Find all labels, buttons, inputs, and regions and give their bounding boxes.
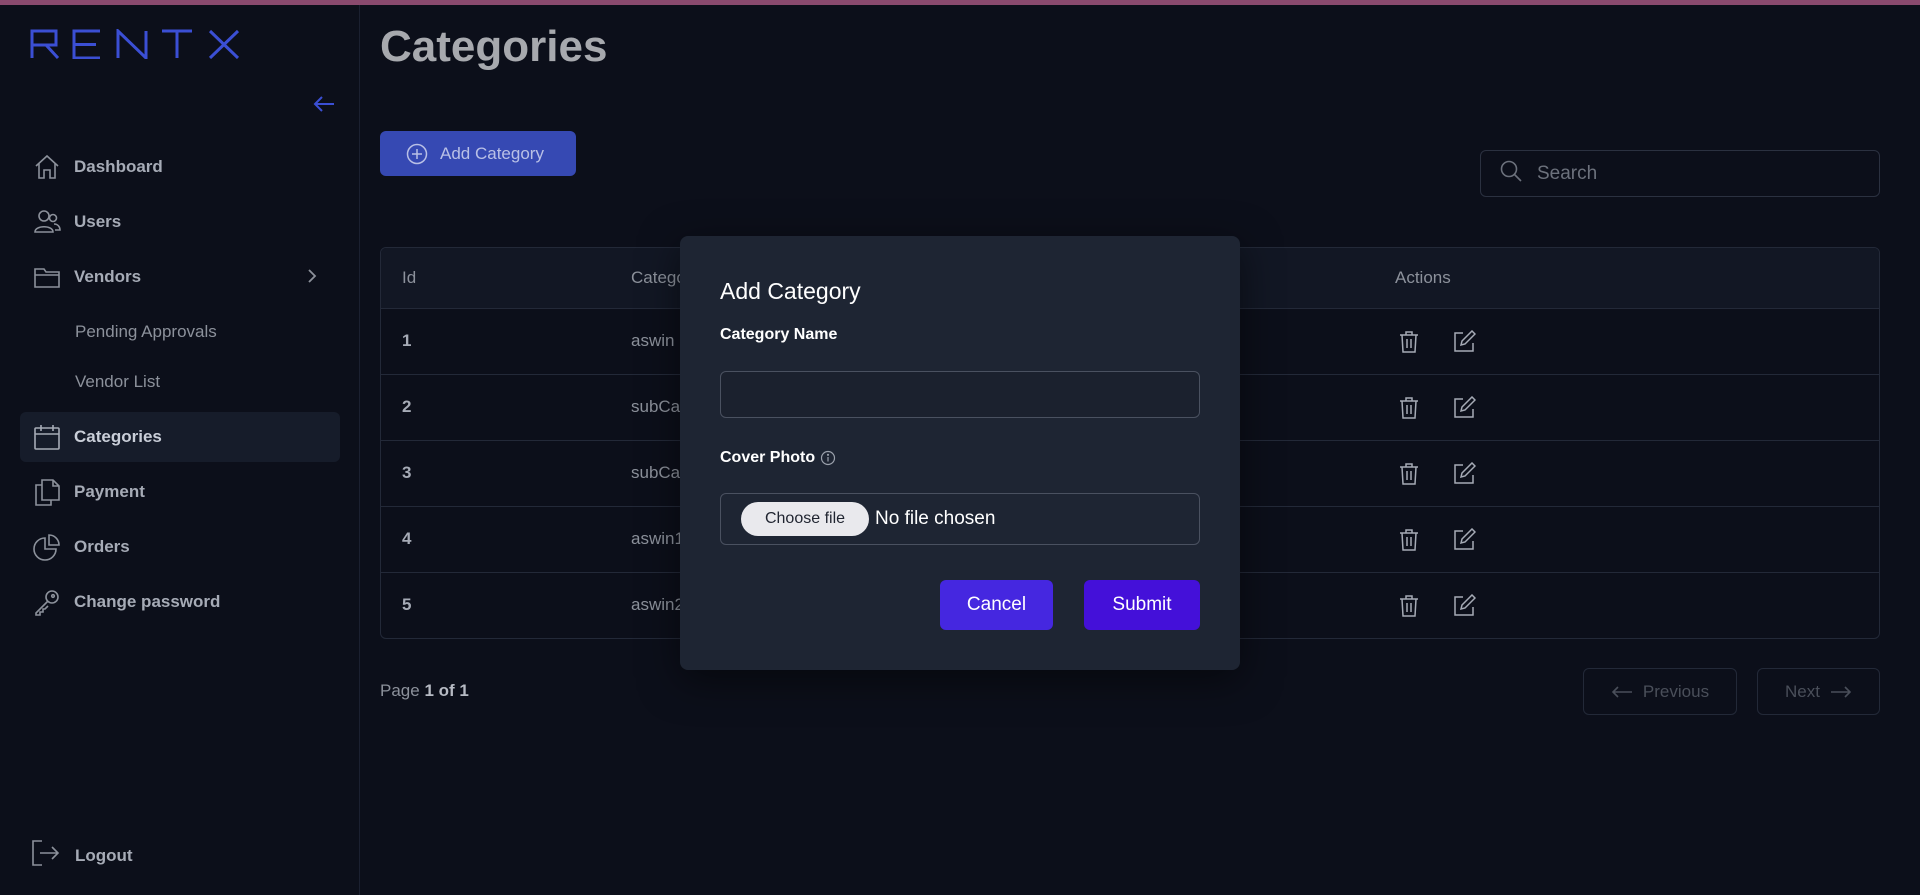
arrow-left-icon [313,96,334,112]
logout-button[interactable]: Logout [30,838,133,873]
cell-id: 4 [402,529,412,548]
modal-title: Add Category [720,278,861,304]
sidebar-item-orders[interactable]: Orders [20,522,340,572]
cancel-button[interactable]: Cancel [940,580,1053,630]
sidebar-item-label: Users [74,212,122,231]
delete-icon[interactable] [1395,460,1423,488]
edit-icon[interactable] [1450,328,1478,356]
column-header-actions: Actions [1395,268,1451,287]
category-name-label: Category Name [720,326,838,343]
category-name-input[interactable] [720,371,1200,418]
sidebar-item-payment[interactable]: Payment [20,467,340,517]
pagination-info: Page 1 of 1 [380,681,469,701]
sidebar-subitem-pending-approvals[interactable]: Pending Approvals [20,307,340,357]
sidebar-item-vendors[interactable]: Vendors [20,252,340,302]
delete-icon[interactable] [1395,526,1423,554]
add-category-label: Add Category [440,143,544,163]
search-icon [1499,159,1523,188]
calendar-icon [32,422,62,452]
cell-id: 5 [402,595,412,614]
cell-category: aswin [631,331,675,350]
next-button[interactable]: Next [1757,668,1880,715]
logout-icon [30,838,60,873]
delete-icon[interactable] [1395,394,1423,422]
folder-icon [32,262,62,292]
cell-category: subCa [631,397,681,416]
sidebar: Dashboard Users Vendors Pending Approval… [0,5,360,895]
collapse-sidebar-button[interactable] [310,89,340,119]
sidebar-item-label: Payment [74,482,145,501]
edit-icon[interactable] [1450,394,1478,422]
edit-icon[interactable] [1450,592,1478,620]
cover-photo-file-input[interactable]: Choose file No file chosen [720,493,1200,545]
key-icon [32,587,62,617]
no-file-chosen-text: No file chosen [875,508,996,529]
page-prefix: Page [380,681,420,700]
delete-icon[interactable] [1395,592,1423,620]
search-placeholder: Search [1537,162,1598,184]
sidebar-subitem-vendor-list[interactable]: Vendor List [20,357,340,407]
home-icon [32,152,62,182]
submit-button[interactable]: Submit [1084,580,1200,630]
cell-category: aswin2 [631,595,684,614]
edit-icon[interactable] [1450,526,1478,554]
sidebar-item-users[interactable]: Users [20,197,340,247]
arrow-left-icon [1611,685,1633,699]
sidebar-item-change-password[interactable]: Change password [20,577,340,627]
plus-circle-icon [406,143,428,165]
cell-id: 1 [402,331,412,350]
pie-chart-icon [32,532,62,562]
column-header-category: Catego [631,268,686,287]
arrow-right-icon [1830,685,1852,699]
logout-label: Logout [75,845,133,865]
sidebar-item-label: Change password [74,592,221,611]
choose-file-button[interactable]: Choose file [741,502,869,536]
cell-category: aswin1 [631,529,684,548]
add-category-button[interactable]: Add Category [380,131,576,176]
cell-category: subCa [631,463,681,482]
add-category-modal: Add Category Category Name Cover Photo C… [680,236,1240,670]
edit-icon[interactable] [1450,460,1478,488]
previous-button[interactable]: Previous [1583,668,1737,715]
users-icon [32,207,62,237]
sidebar-item-label: Dashboard [74,157,163,176]
cell-id: 2 [402,397,412,416]
rentx-logo [30,27,254,64]
cover-photo-label-text: Cover Photo [720,449,816,466]
sidebar-nav: Dashboard Users Vendors Pending Approval… [20,142,340,632]
cell-id: 3 [402,463,412,482]
search-input[interactable]: Search [1480,150,1880,197]
page-value: 1 of 1 [424,681,469,700]
delete-icon[interactable] [1395,328,1423,356]
cover-photo-label: Cover Photo [720,449,836,467]
sidebar-item-label: Vendors [74,267,142,286]
sidebar-item-label: Categories [74,427,162,446]
sidebar-item-categories[interactable]: Categories [20,412,340,462]
sidebar-item-label: Orders [74,537,130,556]
next-label: Next [1785,681,1820,701]
info-icon [820,450,836,466]
sidebar-item-dashboard[interactable]: Dashboard [20,142,340,192]
documents-icon [32,477,62,507]
page-title: Categories [380,22,608,71]
column-header-id: Id [402,268,417,287]
chevron-right-icon [302,266,322,291]
previous-label: Previous [1642,681,1710,701]
